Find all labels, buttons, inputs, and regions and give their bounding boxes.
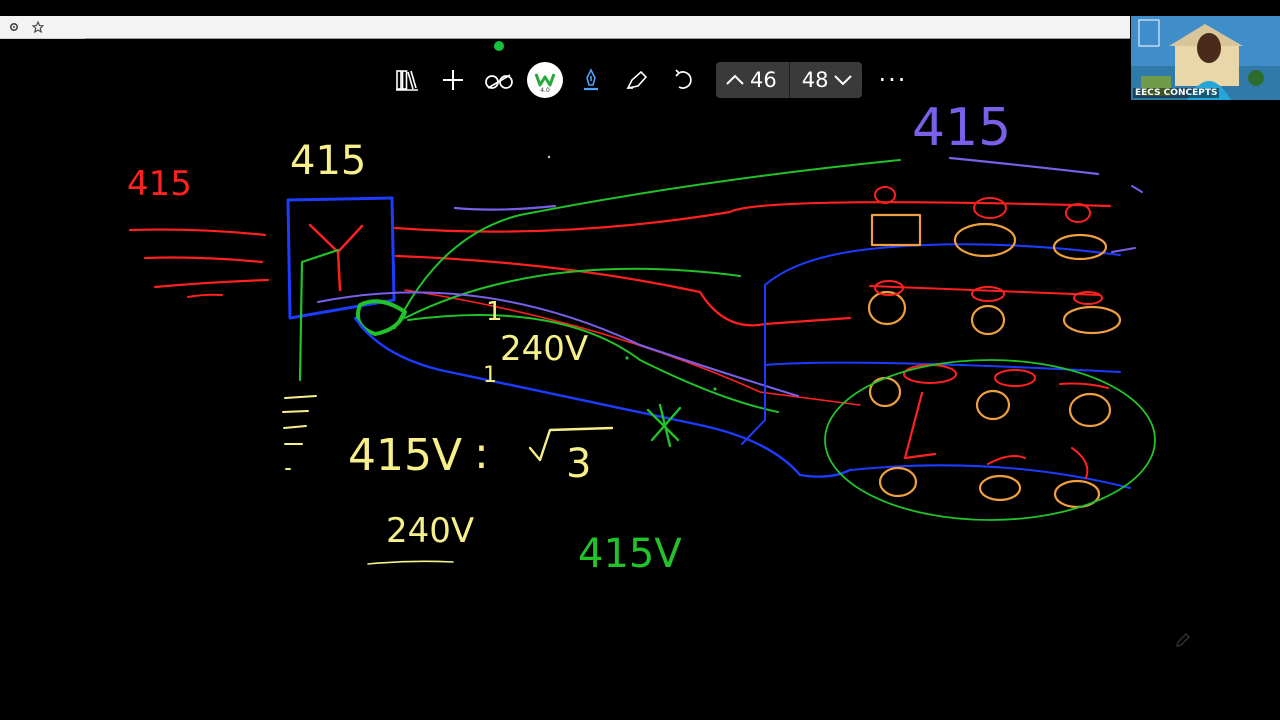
- load-ellipse: [867, 290, 907, 326]
- red-load-top: [1071, 447, 1089, 479]
- load-box: [870, 213, 922, 247]
- purple-feeder: [1131, 185, 1143, 193]
- label-415-yellow: 415: [290, 138, 366, 184]
- load-ellipse: [978, 474, 1022, 502]
- load-ellipse: [1052, 233, 1108, 261]
- red-feeder: [404, 289, 861, 406]
- red-load-top: [987, 455, 1026, 465]
- dot: [713, 387, 717, 391]
- label-1b: 1: [483, 363, 497, 388]
- ground-line: [283, 425, 307, 429]
- pencil-icon: [1176, 633, 1190, 647]
- label-colon: :: [474, 428, 489, 479]
- label-240v-bottom: 240V: [386, 511, 474, 551]
- load-ellipse: [878, 466, 918, 498]
- red-stroke: [128, 228, 267, 237]
- red-load-top: [1065, 203, 1091, 223]
- load-ellipse: [1062, 305, 1122, 335]
- cross-mark: [646, 403, 682, 448]
- red-load-top: [973, 197, 1007, 219]
- red-load-top: [903, 391, 937, 460]
- green-feeder: [394, 159, 901, 329]
- green-feeder: [407, 314, 779, 413]
- purple-feeder: [453, 204, 557, 211]
- load-ellipse: [975, 389, 1011, 421]
- pen-fab-button[interactable]: [1169, 626, 1197, 654]
- red-load-top: [1059, 382, 1109, 389]
- label-415-purple: 415: [912, 98, 1011, 158]
- dot: [547, 155, 551, 159]
- red-load-top: [903, 364, 957, 384]
- label-240v: 240V: [500, 329, 588, 369]
- label-3: 3: [566, 441, 591, 487]
- purple-feeder: [948, 156, 1100, 176]
- blue-feeder: [741, 243, 1121, 445]
- green-enclosure: [824, 359, 1156, 521]
- label-415v-green: 415V: [578, 531, 682, 577]
- red-load-top: [971, 286, 1005, 302]
- label-1a: 1: [486, 297, 503, 327]
- red-load-top: [874, 186, 896, 204]
- red-stroke: [187, 293, 223, 298]
- underline: [367, 560, 454, 565]
- load-ellipse: [1068, 392, 1112, 428]
- ground-line: [284, 395, 317, 399]
- load-ellipse: [970, 304, 1006, 336]
- ground-line: [282, 410, 309, 413]
- load-ellipse: [953, 222, 1017, 258]
- red-stroke: [143, 256, 264, 264]
- whiteboard-canvas[interactable]: 415 415 415 1 1 240V 415V : 3 240V 415V: [0, 0, 1280, 720]
- red-load-top: [994, 369, 1036, 387]
- label-415v: 415V: [348, 430, 462, 481]
- purple-feeder: [1111, 247, 1136, 253]
- red-stroke: [153, 278, 270, 289]
- dot: [625, 356, 629, 360]
- label-415-red: 415: [127, 164, 192, 204]
